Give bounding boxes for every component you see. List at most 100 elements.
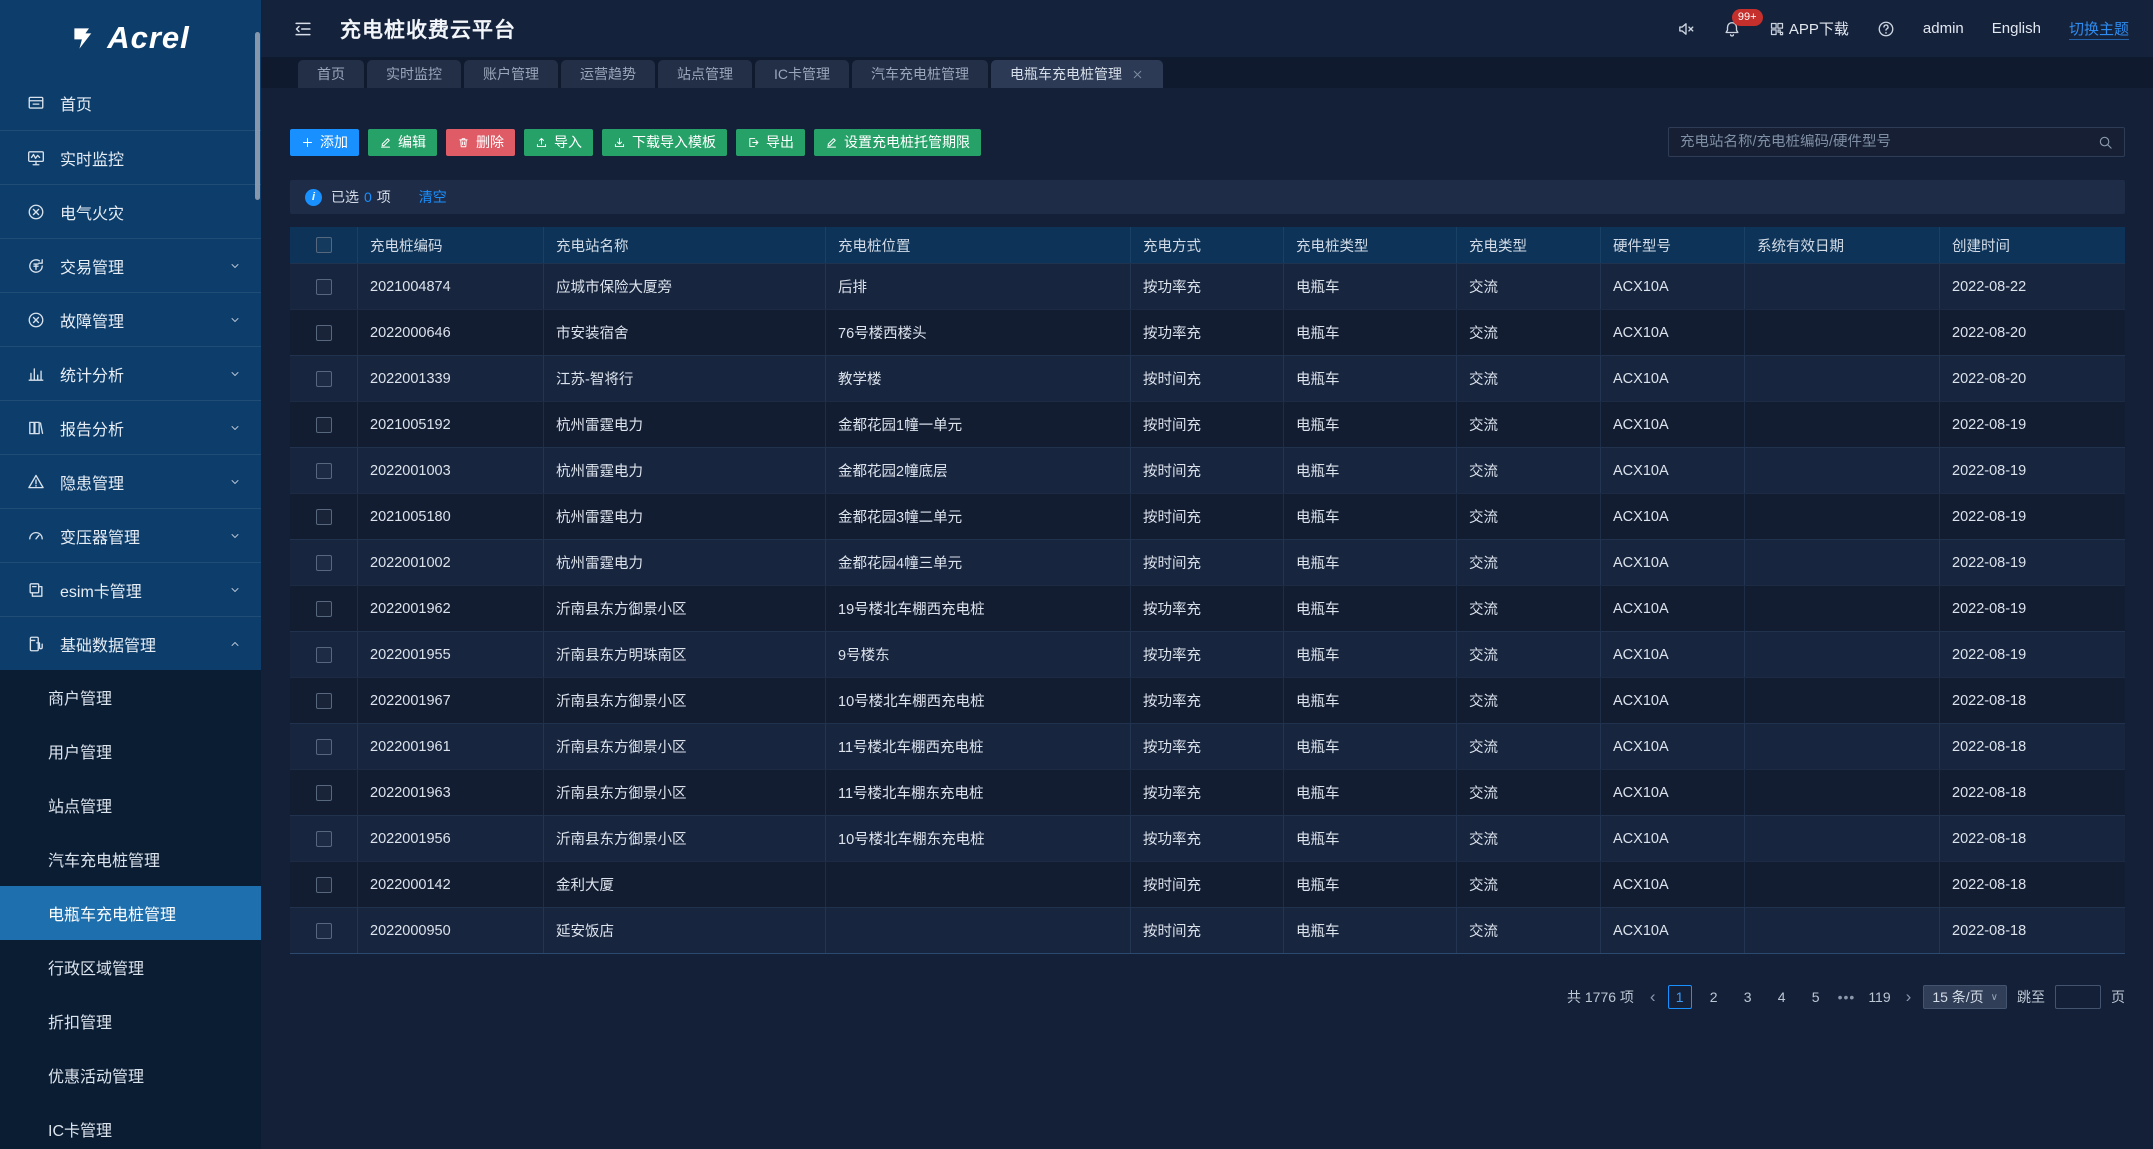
select-all-cell <box>290 227 358 263</box>
tab-0[interactable]: 首页 <box>298 60 364 88</box>
tab-5[interactable]: IC卡管理 <box>755 60 849 88</box>
notification-bell-icon[interactable]: 99+ <box>1723 20 1741 38</box>
sidebar-subitem-ebike-charger-mgmt[interactable]: 电瓶车充电桩管理 <box>0 886 261 940</box>
sidebar-item-statistics[interactable]: 统计分析 <box>0 346 261 400</box>
import-button[interactable]: 导入 <box>524 129 593 156</box>
page-number-2[interactable]: 2 <box>1702 985 1726 1009</box>
table-cell: 交流 <box>1457 816 1601 861</box>
table-cell: 2022-08-22 <box>1940 264 2125 309</box>
row-checkbox[interactable] <box>316 555 332 571</box>
sidebar-item-fault-mgmt[interactable]: 故障管理 <box>0 292 261 346</box>
row-checkbox[interactable] <box>316 325 332 341</box>
qr-app-icon <box>1769 21 1785 37</box>
sidebar-subitem-car-charger-mgmt[interactable]: 汽车充电桩管理 <box>0 832 261 886</box>
row-checkbox[interactable] <box>316 463 332 479</box>
sidebar: Acrel 首页实时监控电气火灾交易管理故障管理统计分析报告分析隐患管理变压器管… <box>0 0 261 1149</box>
stats-icon <box>27 365 45 383</box>
page-ellipsis[interactable]: ••• <box>1838 989 1856 1005</box>
sidebar-item-home[interactable]: 首页 <box>0 76 261 130</box>
acrel-logo-icon <box>71 25 98 52</box>
theme-switch-link[interactable]: 切换主题 <box>2069 18 2129 40</box>
sidebar-item-esim-card-mgmt[interactable]: esim卡管理 <box>0 562 261 616</box>
table-row: 2022000142金利大厦按时间充电瓶车交流ACX10A2022-08-18 <box>290 861 2125 907</box>
tab-2[interactable]: 账户管理 <box>464 60 558 88</box>
help-icon[interactable] <box>1877 20 1895 38</box>
table-cell: 交流 <box>1457 356 1601 401</box>
row-checkbox[interactable] <box>316 371 332 387</box>
table-cell: 2021005180 <box>358 494 544 539</box>
export-button[interactable]: 导出 <box>736 129 805 156</box>
page-number-1[interactable]: 1 <box>1668 985 1692 1009</box>
row-checkbox[interactable] <box>316 279 332 295</box>
tab-4[interactable]: 站点管理 <box>658 60 752 88</box>
edit-button[interactable]: 编辑 <box>368 129 437 156</box>
row-checkbox[interactable] <box>316 417 332 433</box>
sidebar-item-transformer-mgmt[interactable]: 变压器管理 <box>0 508 261 562</box>
close-icon[interactable] <box>1131 68 1144 81</box>
sidebar-item-base-data-mgmt[interactable]: 基础数据管理 <box>0 616 261 670</box>
search-input[interactable] <box>1680 134 2098 150</box>
tab-label: 运营趋势 <box>580 64 636 84</box>
table-cell: 2022001003 <box>358 448 544 493</box>
add-button[interactable]: 添加 <box>290 129 359 156</box>
row-checkbox[interactable] <box>316 831 332 847</box>
table-cell: 10号楼北车棚东充电桩 <box>826 816 1131 861</box>
next-page-arrow[interactable]: › <box>1904 987 1914 1007</box>
tab-1[interactable]: 实时监控 <box>367 60 461 88</box>
row-checkbox[interactable] <box>316 601 332 617</box>
username[interactable]: admin <box>1923 20 1964 37</box>
sidebar-subitem-promo-activity-mgmt[interactable]: 优惠活动管理 <box>0 1048 261 1102</box>
sidebar-item-electrical-fire[interactable]: 电气火灾 <box>0 184 261 238</box>
sidebar-subitem-station-mgmt[interactable]: 站点管理 <box>0 778 261 832</box>
sidebar-item-report-analysis[interactable]: 报告分析 <box>0 400 261 454</box>
download-template-button[interactable]: 下载导入模板 <box>602 129 727 156</box>
page-number-119[interactable]: 119 <box>1865 985 1893 1009</box>
clear-selection-link[interactable]: 清空 <box>419 187 447 207</box>
page-numbers: 12345 ••• 119 <box>1668 985 1894 1009</box>
jump-page-input[interactable] <box>2055 985 2101 1009</box>
row-checkbox[interactable] <box>316 693 332 709</box>
delete-button[interactable]: 删除 <box>446 129 515 156</box>
sidebar-item-hazard-mgmt[interactable]: 隐患管理 <box>0 454 261 508</box>
prev-page-arrow[interactable]: ‹ <box>1648 987 1658 1007</box>
set-hosting-period-button[interactable]: 设置充电桩托管期限 <box>814 129 981 156</box>
tab-6[interactable]: 汽车充电桩管理 <box>852 60 988 88</box>
page-number-4[interactable]: 4 <box>1770 985 1794 1009</box>
table-cell: 江苏-智将行 <box>544 356 826 401</box>
sidebar-collapse-icon[interactable] <box>293 19 313 39</box>
table-row: 2022001961沂南县东方御景小区11号楼北车棚西充电桩按功率充电瓶车交流A… <box>290 723 2125 769</box>
row-checkbox[interactable] <box>316 739 332 755</box>
sidebar-item-realtime-monitor[interactable]: 实时监控 <box>0 130 261 184</box>
transaction-icon <box>27 257 45 275</box>
sidebar-subitem-user-mgmt[interactable]: 用户管理 <box>0 724 261 778</box>
table-cell: 交流 <box>1457 586 1601 631</box>
tab-3[interactable]: 运营趋势 <box>561 60 655 88</box>
tab-7[interactable]: 电瓶车充电桩管理 <box>991 60 1163 88</box>
row-checkbox[interactable] <box>316 877 332 893</box>
sidebar-subitem-admin-region-mgmt[interactable]: 行政区域管理 <box>0 940 261 994</box>
volume-mute-icon[interactable] <box>1677 20 1695 38</box>
row-checkbox[interactable] <box>316 923 332 939</box>
edit-icon <box>825 136 838 149</box>
table-cell: 按功率充 <box>1131 586 1284 631</box>
search-icon[interactable] <box>2098 135 2113 150</box>
column-header: 充电桩类型 <box>1284 227 1457 263</box>
sidebar-subitem-ic-card-mgmt[interactable]: IC卡管理 <box>0 1102 261 1149</box>
page-size-select[interactable]: 15 条/页 ∨ <box>1923 985 2007 1009</box>
row-checkbox[interactable] <box>316 509 332 525</box>
chevron-down-icon <box>229 530 241 542</box>
page-number-3[interactable]: 3 <box>1736 985 1760 1009</box>
trash-icon <box>457 136 470 149</box>
sidebar-item-transaction-mgmt[interactable]: 交易管理 <box>0 238 261 292</box>
language-switch[interactable]: English <box>1992 20 2041 37</box>
sidebar-subitem-discount-mgmt[interactable]: 折扣管理 <box>0 994 261 1048</box>
sidebar-subitem-merchant-mgmt[interactable]: 商户管理 <box>0 670 261 724</box>
sidebar-scrollbar[interactable] <box>255 32 260 200</box>
page-number-5[interactable]: 5 <box>1804 985 1828 1009</box>
row-checkbox[interactable] <box>316 785 332 801</box>
table-cell: 电瓶车 <box>1284 356 1457 401</box>
app-download-button[interactable]: APP下载 <box>1769 18 1849 39</box>
search-box <box>1668 127 2125 157</box>
select-all-checkbox[interactable] <box>316 237 332 253</box>
row-checkbox[interactable] <box>316 647 332 663</box>
